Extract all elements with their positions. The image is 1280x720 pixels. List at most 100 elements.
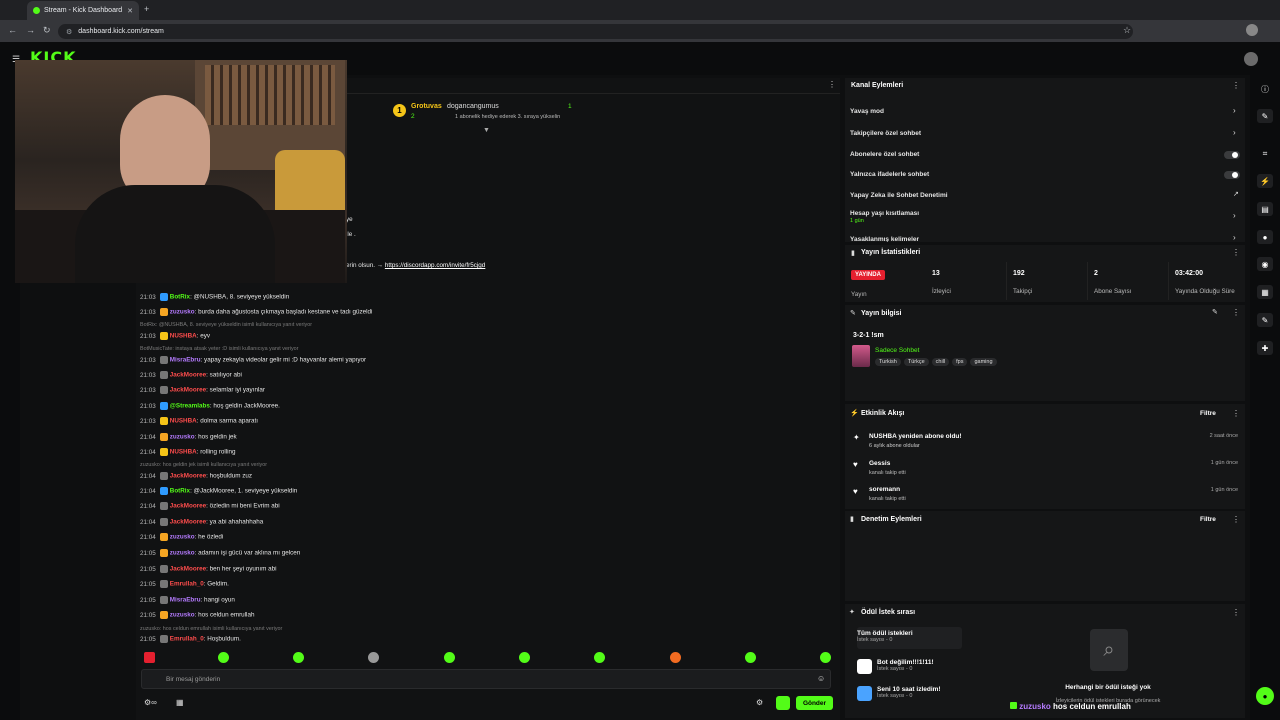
- chat-input[interactable]: Bir mesaj gönderin: [141, 669, 831, 689]
- subscribers-only-toggle[interactable]: [1224, 151, 1240, 159]
- category-name[interactable]: Sadece Sohbet: [875, 347, 919, 354]
- emote-icon[interactable]: [594, 652, 605, 663]
- send-button[interactable]: Gönder: [796, 696, 833, 710]
- message-user[interactable]: JackMooree: [170, 566, 206, 573]
- message-user[interactable]: JackMooree: [170, 473, 206, 480]
- chevron-right-icon[interactable]: ›: [1233, 211, 1236, 220]
- external-link-icon[interactable]: ↗: [1233, 190, 1239, 198]
- channel-actions-menu-icon[interactable]: ⋮: [1232, 81, 1240, 90]
- bookmark-star-icon[interactable]: ☆: [1123, 25, 1131, 36]
- rewards-menu-icon[interactable]: ⋮: [1232, 608, 1240, 617]
- profile-avatar-icon[interactable]: [1246, 24, 1258, 36]
- calendar-icon[interactable]: ▦: [176, 698, 184, 707]
- message-user[interactable]: zuzusko: [170, 434, 195, 441]
- document-icon[interactable]: ▤: [1257, 202, 1273, 216]
- reward-item[interactable]: Seni 10 saat izledim! İstek sayısı - 0: [877, 686, 982, 708]
- message-user[interactable]: NUSHBA: [170, 333, 197, 340]
- message-time: 21:04: [140, 487, 156, 495]
- chat-bubble-icon[interactable]: ●: [1257, 230, 1273, 244]
- message-user[interactable]: Emrullah_0: [170, 581, 204, 588]
- reload-icon[interactable]: ↻: [43, 25, 51, 36]
- message-user[interactable]: zuzusko: [170, 309, 195, 316]
- forward-icon[interactable]: →: [26, 25, 35, 35]
- message-user[interactable]: NUSHBA: [170, 418, 197, 425]
- message-user[interactable]: JackMooree: [170, 519, 206, 526]
- new-tab-icon[interactable]: +: [144, 4, 149, 14]
- crop-icon[interactable]: ⌗: [1257, 147, 1273, 161]
- chevron-right-icon[interactable]: ›: [1233, 233, 1236, 242]
- emote-icon[interactable]: [293, 652, 304, 663]
- back-icon[interactable]: ←: [8, 25, 17, 35]
- chevron-right-icon[interactable]: ›: [1233, 106, 1236, 115]
- discord-prefix: erin olsun. →: [346, 262, 384, 269]
- kick-points-icon[interactable]: [776, 696, 790, 710]
- mod-tools-icon[interactable]: ⚙∞: [144, 698, 157, 707]
- message-user[interactable]: JackMooree: [170, 503, 206, 510]
- reward-all[interactable]: Tüm ödül istekleri İstek sayısı - 0: [857, 627, 962, 649]
- emote-icon[interactable]: [144, 652, 155, 663]
- user-badge-icon: [159, 533, 168, 541]
- followers-only-item[interactable]: Takipçilere özel sohbet: [850, 130, 921, 137]
- activity-filter-button[interactable]: Filtre: [1200, 410, 1216, 417]
- user-avatar[interactable]: [1244, 52, 1258, 66]
- gift-user[interactable]: Grotuvas: [411, 103, 442, 110]
- pencil-icon[interactable]: ✎: [1257, 109, 1273, 123]
- activity-menu-icon[interactable]: ⋮: [1232, 409, 1240, 418]
- stream-stats-menu-icon[interactable]: ⋮: [1232, 248, 1240, 257]
- event-name: NUSHBA yeniden abone oldu!: [869, 433, 962, 440]
- message-user[interactable]: JackMooree: [170, 372, 206, 379]
- broadcast-icon[interactable]: ◉: [1257, 257, 1273, 271]
- heart-icon: ♥: [853, 487, 858, 496]
- message-user[interactable]: MisraEbru: [170, 597, 201, 604]
- message-user[interactable]: Emrullah_0: [170, 636, 204, 643]
- browser-tab[interactable]: Stream - Kick Dashboard ✕: [27, 1, 139, 20]
- account-age-item[interactable]: Hesap yaşı kısıtlaması: [850, 210, 919, 217]
- slow-mode-item[interactable]: Yavaş mod: [850, 108, 884, 115]
- message-user[interactable]: NUSHBA: [170, 449, 197, 456]
- info-icon[interactable]: ⓘ: [1257, 82, 1273, 96]
- chat-settings-icon[interactable]: ⚙: [756, 698, 763, 707]
- emoji-icon[interactable]: ☺: [817, 674, 825, 683]
- moderation-filter-button[interactable]: Filtre: [1200, 516, 1216, 523]
- help-chat-icon[interactable]: ●: [1256, 687, 1274, 705]
- edit-icon[interactable]: ✎: [1212, 308, 1218, 316]
- banned-words-item[interactable]: Yasaklanmış kelimeler: [850, 236, 919, 242]
- discord-link[interactable]: https://discordapp.com/invite/fr5cjgd: [385, 262, 485, 269]
- discord-message: erin olsun. → https://discordapp.com/inv…: [346, 262, 485, 269]
- emote-icon[interactable]: [519, 652, 530, 663]
- message-text: : hos geldin jek: [194, 433, 237, 441]
- message-user[interactable]: MisraEbru: [170, 357, 201, 364]
- message-user[interactable]: zuzusko: [170, 612, 195, 619]
- lightning-icon[interactable]: ⚡: [1257, 174, 1273, 188]
- ai-moderation-item[interactable]: Yapay Zeka ile Sohbet Denetimi: [850, 192, 948, 199]
- emote-icon[interactable]: [670, 652, 681, 663]
- reward-item[interactable]: Bot değilim!!!1!11! İstek sayısı - 0: [877, 659, 982, 681]
- site-info-icon[interactable]: ⚙: [66, 28, 72, 36]
- gift-recipient[interactable]: dogancangumus: [447, 103, 499, 110]
- message-user[interactable]: zuzusko: [170, 550, 195, 557]
- chevron-right-icon[interactable]: ›: [1233, 128, 1236, 137]
- close-tab-icon[interactable]: ✕: [127, 7, 133, 15]
- stat-label: İzleyici: [932, 288, 951, 295]
- wrench-icon[interactable]: ✎: [1257, 313, 1273, 327]
- puzzle-icon[interactable]: ✚: [1257, 341, 1273, 355]
- stream-info-menu-icon[interactable]: ⋮: [1232, 308, 1240, 317]
- moderation-menu-icon[interactable]: ⋮: [1232, 515, 1240, 524]
- emote-only-toggle[interactable]: [1224, 171, 1240, 179]
- message-user[interactable]: @Streamlabs: [170, 403, 210, 410]
- emote-icon[interactable]: [820, 652, 831, 663]
- emote-icon[interactable]: [444, 652, 455, 663]
- user-badge-icon: [159, 356, 168, 364]
- address-bar[interactable]: ⚙ dashboard.kick.com/stream: [58, 24, 1133, 39]
- chat-options-icon[interactable]: ⋮: [828, 80, 836, 89]
- message-user[interactable]: zuzusko: [170, 534, 195, 541]
- event-sub: kanalı takip etti: [869, 470, 906, 476]
- message-user[interactable]: BotRix: [170, 294, 190, 301]
- emote-icon[interactable]: [368, 652, 379, 663]
- layout-icon[interactable]: ▦: [1257, 285, 1273, 299]
- collapse-chevron-icon[interactable]: ▼: [483, 127, 490, 134]
- emote-icon[interactable]: [218, 652, 229, 663]
- message-user[interactable]: BotRix: [170, 488, 190, 495]
- emote-icon[interactable]: [745, 652, 756, 663]
- message-user[interactable]: JackMooree: [170, 387, 206, 394]
